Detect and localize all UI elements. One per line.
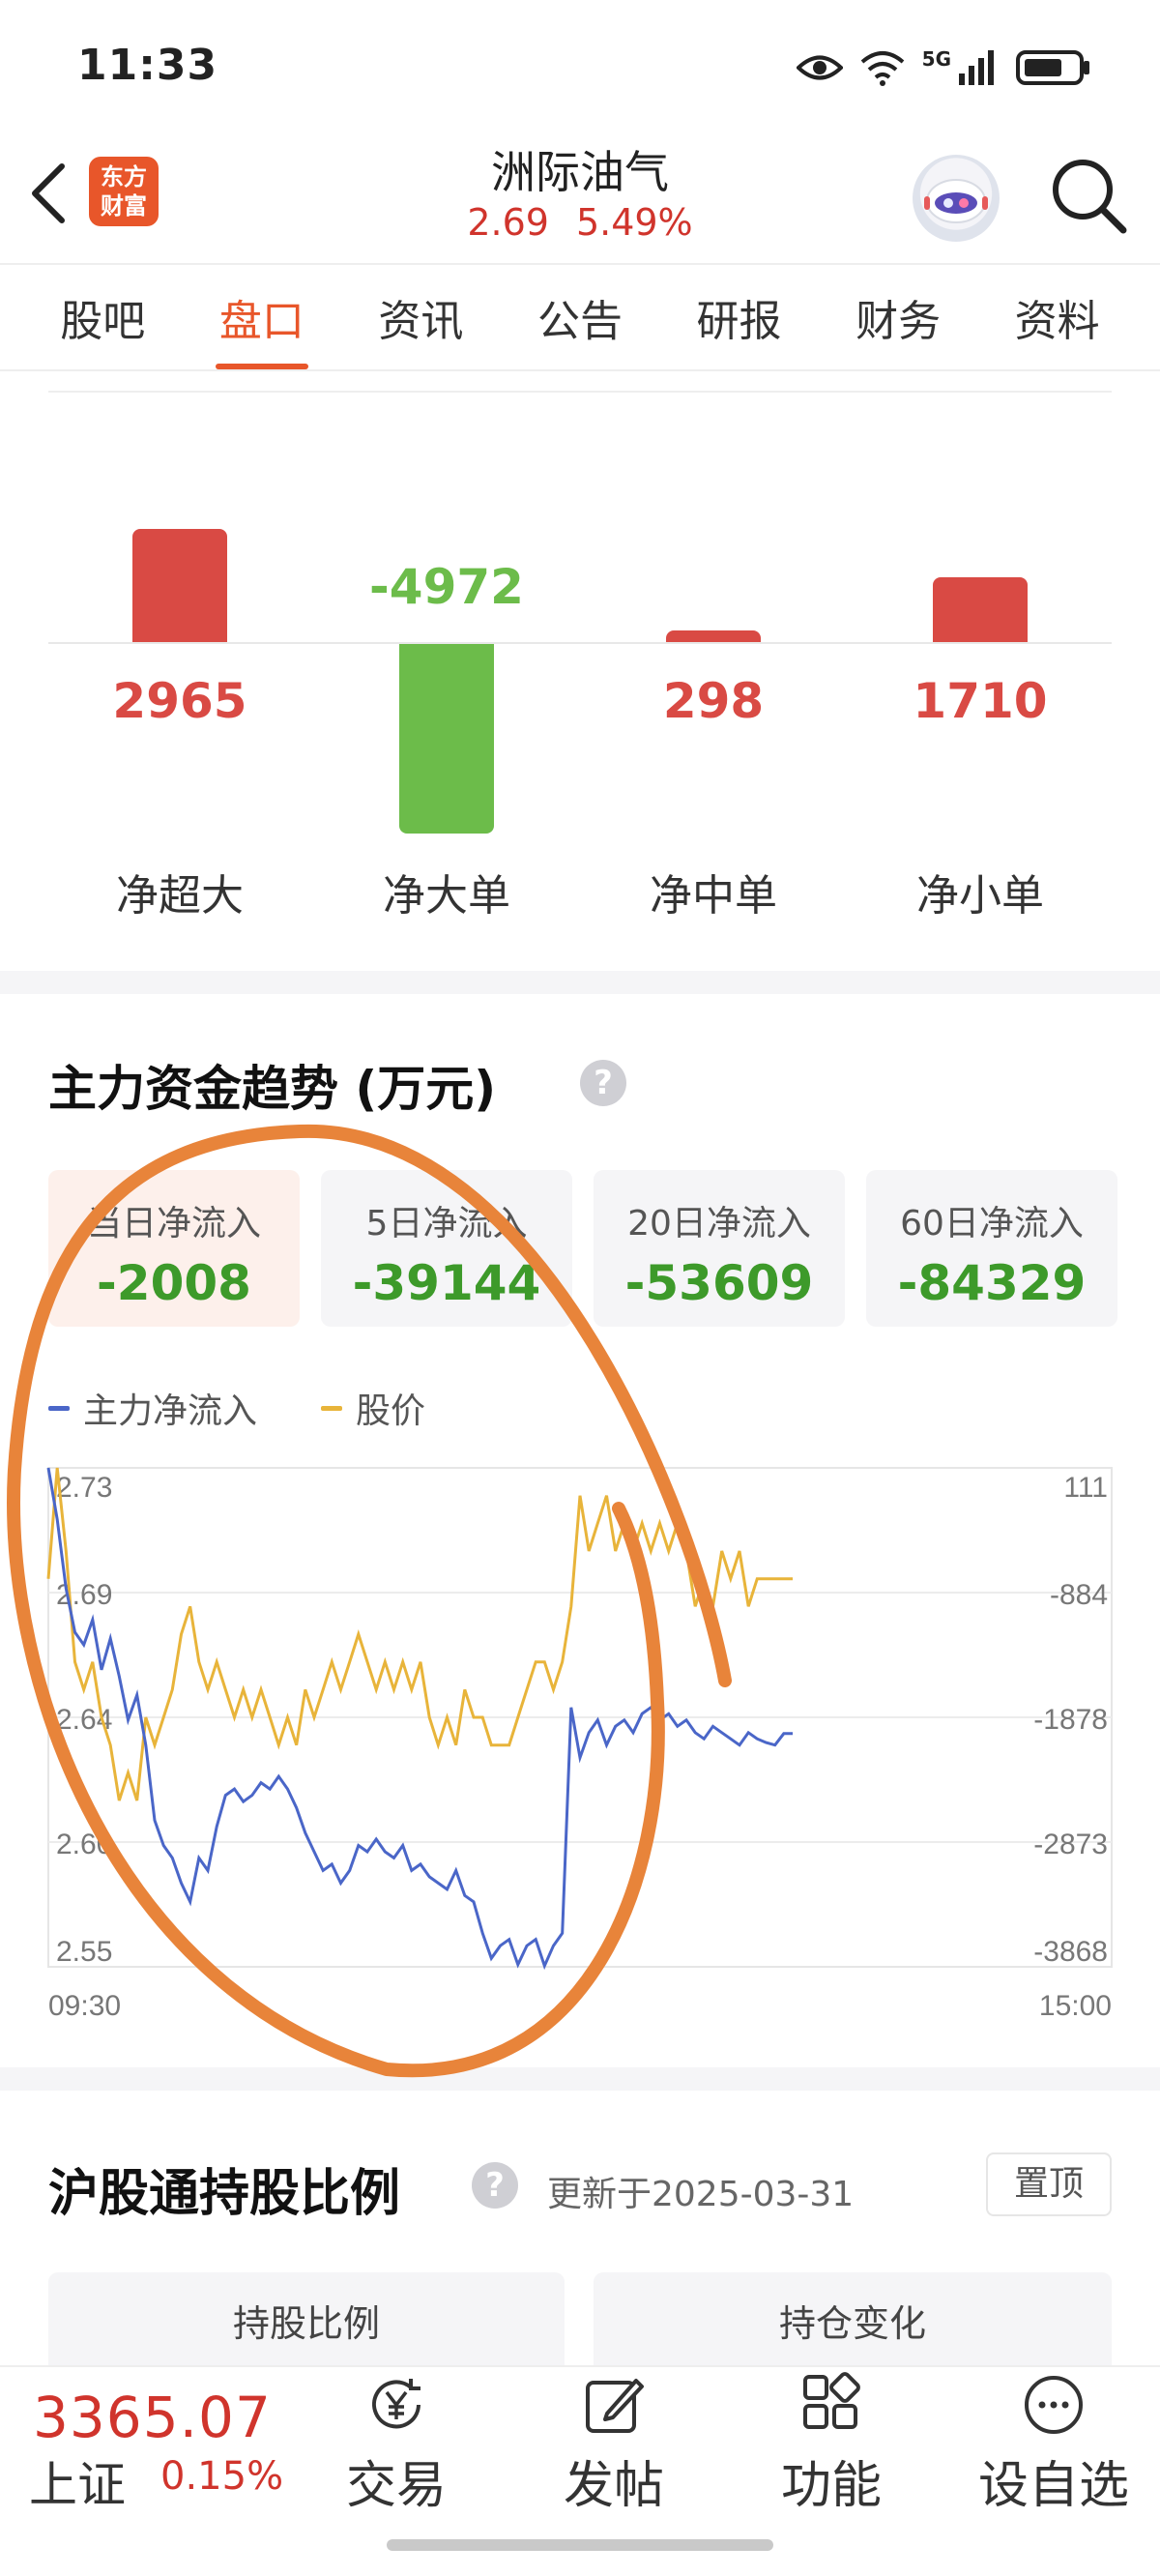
index-change-pct: 0.15% <box>160 2454 284 2499</box>
flow-label: 净大单 <box>383 871 510 921</box>
network-label: 5G <box>921 47 951 71</box>
battery-icon <box>1016 50 1089 85</box>
section-divider <box>0 971 1160 994</box>
y-right-tick: -884 <box>1050 1579 1108 1611</box>
robot-avatar-icon[interactable] <box>913 155 1000 242</box>
tab-finance[interactable]: 财务 <box>846 286 950 348</box>
tab-guba[interactable]: 股吧 <box>50 286 155 348</box>
flow-bar <box>933 576 1028 642</box>
flow-label: 净小单 <box>916 871 1044 921</box>
post-edit-icon <box>586 2379 644 2433</box>
wifi-icon <box>860 51 904 86</box>
nav-post-button[interactable]: 发帖 <box>532 2371 696 2517</box>
flow-value: 2965 <box>112 673 247 729</box>
flow-bar <box>666 630 761 642</box>
index-name[interactable]: 上证 <box>29 2446 126 2516</box>
status-time: 11:33 <box>77 41 218 90</box>
tab-research[interactable]: 研报 <box>687 286 792 348</box>
card-label: 60日净流入 <box>900 1204 1084 1244</box>
divider <box>48 391 1112 393</box>
pin-top-button[interactable]: 置顶 <box>986 2152 1112 2216</box>
y-right-tick: -1878 <box>1033 1704 1108 1736</box>
flow-value: -4972 <box>369 559 524 615</box>
index-value[interactable]: 3365.07 <box>33 2385 272 2450</box>
more-dots-icon <box>1025 2376 1083 2434</box>
app-root: 11:33 5G 东方 财富 洲际油气 2.69 5.49% 股吧 盘口 资讯 … <box>0 0 1160 2576</box>
x-tick: 15:00 <box>1039 1990 1112 2022</box>
flow-baseline <box>48 642 1112 644</box>
y-right-tick: -2873 <box>1033 1829 1108 1860</box>
nav-label: 交易 <box>345 2457 447 2515</box>
nav-functions-button[interactable]: 功能 <box>749 2371 914 2517</box>
trade-yen-icon <box>372 2379 420 2429</box>
y-right-tick: -3868 <box>1033 1936 1108 1968</box>
search-icon <box>1053 160 1127 234</box>
annotation-circle <box>7 1124 732 2078</box>
search-button[interactable] <box>1046 153 1129 236</box>
update-date: 更新于2025-03-31 <box>547 2175 855 2214</box>
tab-news[interactable]: 资讯 <box>368 286 473 348</box>
nav-label: 设自选 <box>977 2457 1129 2515</box>
nav-trade-button[interactable]: 交易 <box>314 2371 478 2517</box>
nav-label: 功能 <box>780 2457 882 2515</box>
grid-apps-icon <box>803 2372 860 2429</box>
tab-announcements[interactable]: 公告 <box>528 286 632 348</box>
flow-bar <box>132 529 227 642</box>
hk-connect-title: 沪股通持股比例 <box>48 2165 401 2223</box>
card-60day-inflow[interactable]: 60日净流入 -84329 <box>866 1170 1117 1327</box>
flow-label: 净超大 <box>116 871 244 921</box>
stock-change-pct: 5.49% <box>575 201 693 244</box>
card-label: 持股比例 <box>232 2302 380 2345</box>
tab-bar: 股吧 盘口 资讯 公告 研报 财务 资料 <box>0 263 1160 371</box>
eye-icon <box>796 55 843 80</box>
flow-value: 298 <box>662 673 765 729</box>
tab-pankou[interactable]: 盘口 <box>210 286 314 369</box>
flow-bar <box>399 644 494 834</box>
y-right-tick: 111 <box>1063 1472 1108 1504</box>
status-icons: 5G <box>796 47 1092 87</box>
card-label: 持仓变化 <box>778 2302 926 2345</box>
tab-profile[interactable]: 资料 <box>1005 286 1110 348</box>
help-icon[interactable]: ? <box>472 2162 518 2209</box>
help-icon[interactable]: ? <box>580 1060 626 1106</box>
nav-add-watchlist-button[interactable]: 设自选 <box>967 2371 1141 2517</box>
stock-price: 2.69 <box>467 201 549 244</box>
signal-icon <box>959 50 994 85</box>
flow-label: 净中单 <box>650 871 777 921</box>
card-value: -84329 <box>897 1255 1087 1311</box>
nav-label: 发帖 <box>563 2457 664 2515</box>
home-indicator <box>387 2539 773 2551</box>
flow-value: 1710 <box>913 673 1048 729</box>
